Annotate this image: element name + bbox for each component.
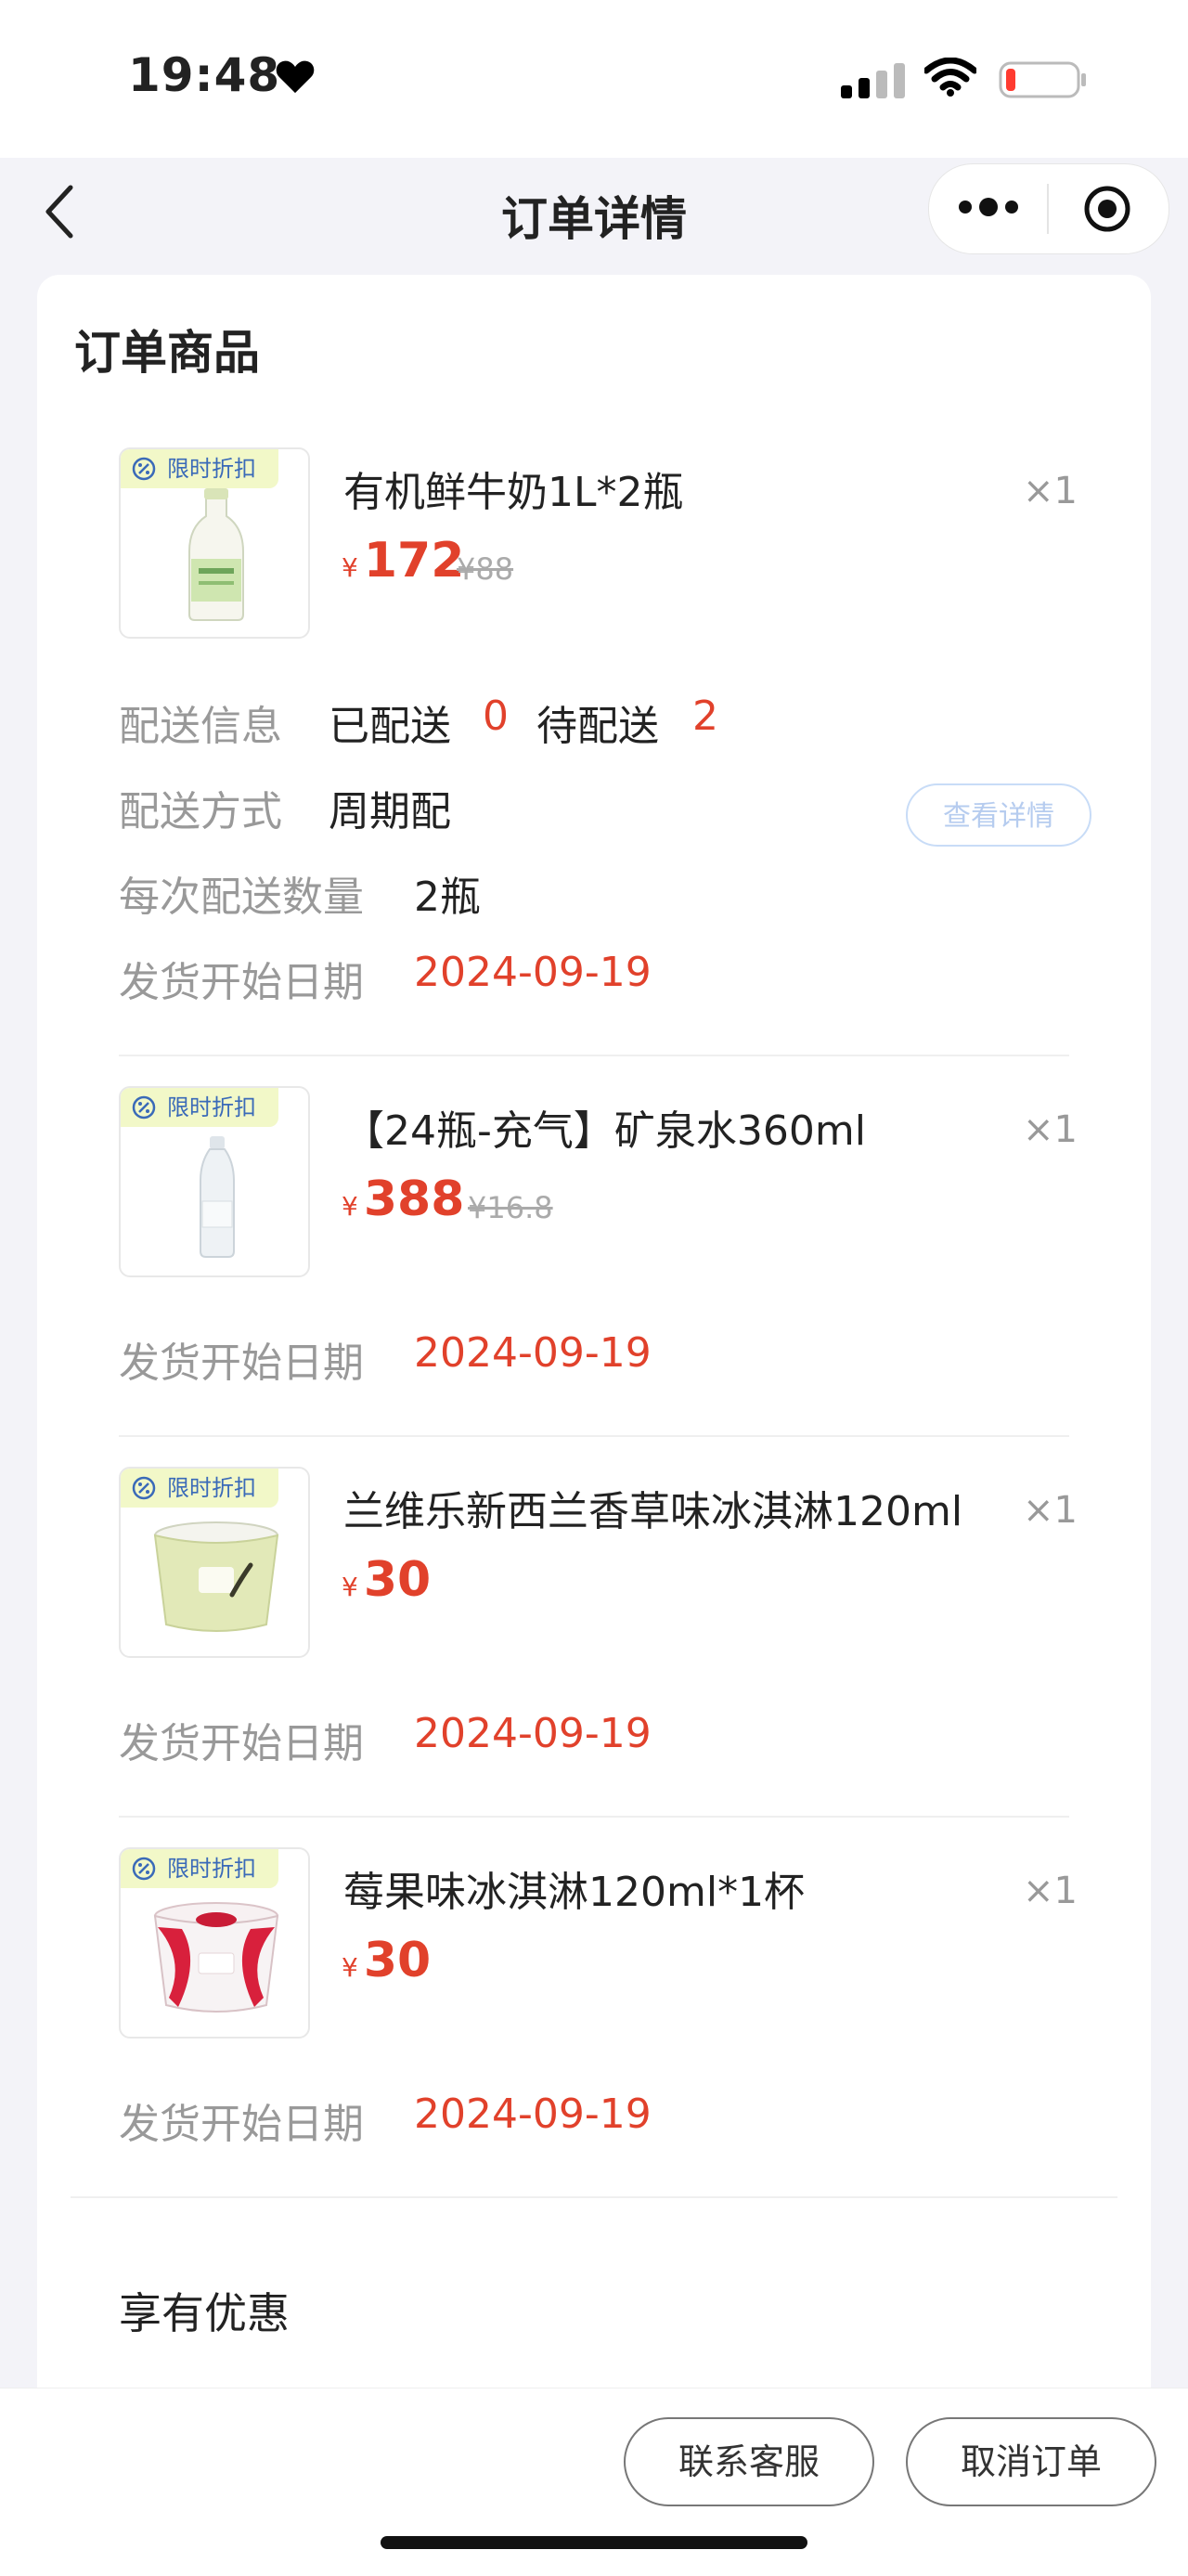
ship-start-label: 发货开始日期	[119, 2101, 364, 2148]
section-title: 订单商品	[74, 326, 260, 380]
product-quantity: ×1	[1023, 1108, 1078, 1151]
product-name[interactable]: 莓果味冰淇淋120ml*1杯	[343, 1858, 805, 1918]
home-indicator[interactable]	[381, 2536, 807, 2549]
pending-label: 待配送	[536, 703, 659, 750]
product-thumbnail[interactable]: 限时折扣	[119, 1086, 310, 1277]
product-quantity: ×1	[1023, 470, 1078, 512]
ship-start-label: 发货开始日期	[119, 959, 364, 1006]
product-price: ¥30	[342, 1552, 431, 1608]
badge-label: 限时折扣	[167, 1856, 256, 1882]
close-miniapp-icon[interactable]	[1082, 184, 1132, 234]
delivered-count: 0	[483, 693, 509, 740]
ship-start-date: 2024-09-19	[414, 1329, 652, 1377]
benefits-title: 享有优惠	[119, 2288, 290, 2338]
badge-label: 限时折扣	[167, 1475, 256, 1501]
cancel-order-button[interactable]: 取消订单	[906, 2417, 1156, 2506]
delivery-method-value: 周期配	[329, 788, 451, 835]
product-thumbnail[interactable]: 限时折扣	[119, 1467, 310, 1658]
heart-icon	[276, 60, 315, 94]
ship-start-date: 2024-09-19	[414, 1710, 652, 1757]
price-value: 172	[363, 533, 465, 589]
original-price: ¥88	[457, 551, 514, 587]
product-thumbnail[interactable]: 限时折扣	[119, 1847, 310, 2039]
product-thumbnail[interactable]: 限时折扣	[119, 447, 310, 639]
pending-count: 2	[692, 693, 718, 740]
price-value: 30	[363, 1933, 432, 1988]
delivery-info-label: 配送信息	[119, 703, 282, 750]
divider	[119, 1435, 1069, 1437]
discount-icon	[132, 1095, 156, 1120]
currency-symbol: ¥	[342, 1572, 358, 1602]
original-price: ¥16.8	[468, 1190, 553, 1225]
discount-badge: 限时折扣	[121, 1088, 278, 1127]
ship-start-date: 2024-09-19	[414, 2091, 652, 2138]
divider	[119, 1816, 1069, 1818]
badge-label: 限时折扣	[167, 1094, 256, 1120]
discount-badge: 限时折扣	[121, 1849, 278, 1888]
delivered-label: 已配送	[329, 703, 451, 750]
product-quantity: ×1	[1023, 1489, 1078, 1532]
battery-low-icon	[999, 61, 1086, 98]
currency-symbol: ¥	[342, 552, 358, 583]
delivery-method-label: 配送方式	[119, 788, 282, 835]
product-price: ¥30	[342, 1933, 431, 1988]
price-value: 388	[363, 1171, 465, 1227]
divider	[119, 1055, 1069, 1056]
product-quantity: ×1	[1023, 1870, 1078, 1912]
price-value: 30	[363, 1552, 432, 1608]
ship-start-label: 发货开始日期	[119, 1720, 364, 1767]
discount-badge: 限时折扣	[121, 449, 278, 488]
contact-service-button[interactable]: 联系客服	[624, 2417, 874, 2506]
product-name[interactable]: 有机鲜牛奶1L*2瓶	[343, 459, 684, 518]
discount-icon	[132, 1857, 156, 1881]
discount-icon	[132, 457, 156, 481]
wifi-icon	[924, 58, 976, 97]
capsule-separator	[1047, 184, 1049, 234]
discount-icon	[132, 1476, 156, 1500]
status-time: 19:48	[128, 48, 281, 102]
product-name[interactable]: 兰维乐新西兰香草味冰淇淋120ml	[343, 1478, 962, 1537]
per-delivery-qty-label: 每次配送数量	[119, 874, 364, 921]
ship-start-date: 2024-09-19	[414, 949, 652, 996]
section-divider	[71, 2196, 1117, 2198]
product-price: ¥388	[342, 1171, 464, 1227]
currency-symbol: ¥	[342, 1952, 358, 1983]
currency-symbol: ¥	[342, 1191, 358, 1222]
discount-badge: 限时折扣	[121, 1469, 278, 1508]
view-details-button[interactable]: 查看详情	[906, 783, 1091, 847]
more-icon[interactable]	[956, 193, 1021, 221]
ship-start-label: 发货开始日期	[119, 1340, 364, 1387]
badge-label: 限时折扣	[167, 456, 256, 482]
per-delivery-qty-value: 2瓶	[414, 874, 481, 921]
product-name[interactable]: 【24瓶-充气】矿泉水360ml	[343, 1097, 866, 1157]
cellular-signal-icon	[841, 63, 905, 98]
product-price: ¥172	[342, 533, 464, 589]
